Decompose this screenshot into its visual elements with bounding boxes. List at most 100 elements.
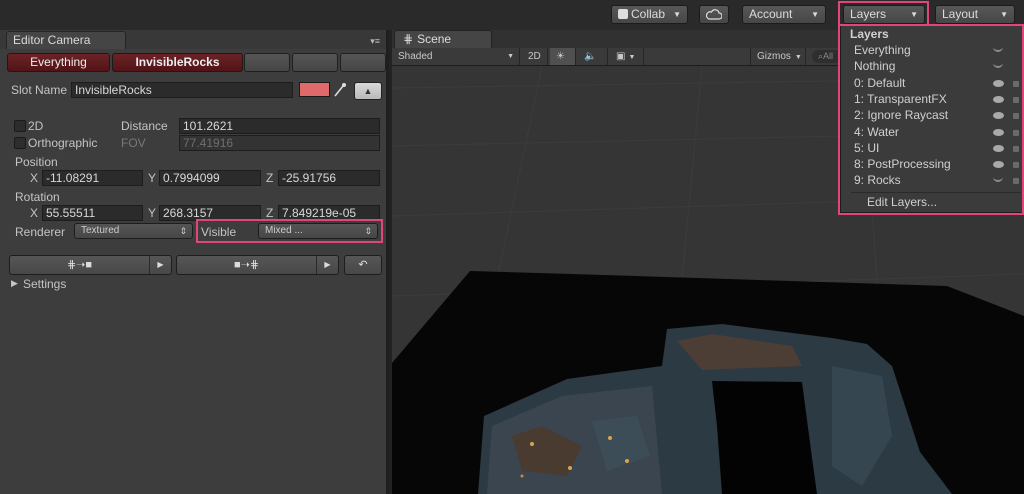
slot-button-5[interactable] bbox=[340, 53, 386, 72]
rotation-x-label: X bbox=[30, 206, 39, 220]
menu-divider bbox=[851, 192, 1021, 193]
fov-label: FOV bbox=[121, 136, 146, 150]
eye-icon[interactable] bbox=[993, 128, 1004, 136]
visible-dropdown[interactable]: Mixed ... ⇕ bbox=[258, 223, 378, 239]
eye-icon[interactable] bbox=[993, 79, 1004, 87]
account-label: Account bbox=[749, 7, 793, 21]
rotation-y-label: Y bbox=[148, 206, 157, 220]
chevron-down-icon: ▼ bbox=[910, 10, 918, 19]
lock-icon[interactable] bbox=[1013, 80, 1019, 87]
layout-label: Layout bbox=[942, 7, 979, 21]
panel-menu-icon[interactable]: ▾≡ bbox=[370, 36, 380, 47]
effects-dropdown[interactable]: ▣ ▼ bbox=[610, 48, 644, 65]
eye-closed-icon[interactable] bbox=[993, 177, 1003, 183]
collab-button[interactable]: Collab ▼ bbox=[611, 5, 688, 24]
eye-icon[interactable] bbox=[993, 161, 1004, 169]
speaker-icon: 🔈 bbox=[584, 51, 597, 62]
eye-icon[interactable] bbox=[993, 112, 1004, 120]
twod-checkbox[interactable] bbox=[14, 120, 26, 132]
scene-search-input[interactable]: ⌕All bbox=[812, 50, 842, 63]
chevron-down-icon: ▼ bbox=[507, 53, 514, 60]
renderer-label: Renderer bbox=[15, 225, 66, 239]
chevron-down-icon: ▼ bbox=[673, 10, 681, 19]
layer-menu-item[interactable]: 2: Ignore Raycast bbox=[854, 107, 984, 123]
eye-closed-icon[interactable] bbox=[993, 47, 1003, 52]
cloud-icon bbox=[705, 9, 723, 20]
gizmos-dropdown[interactable]: Gizmos ▼ bbox=[750, 48, 806, 65]
collab-label: Collab bbox=[631, 7, 666, 21]
tab-editor-camera[interactable]: Editor Camera bbox=[6, 31, 126, 49]
inspector-body: Everything InvisibleRocks Slot Name Invi… bbox=[0, 49, 386, 494]
slot-name-input[interactable]: InvisibleRocks bbox=[71, 82, 293, 98]
layer-menu-item[interactable]: 5: UI bbox=[854, 140, 984, 156]
rotation-z-input[interactable]: 7.849219e-05 bbox=[278, 205, 380, 221]
camera-to-grid-icon: ■➝⋕ bbox=[233, 259, 260, 271]
triangle-up-icon: ▲ bbox=[363, 86, 373, 96]
orthographic-label: Orthographic bbox=[28, 136, 98, 150]
undo-icon: ↶ bbox=[358, 259, 368, 271]
layer-menu-item[interactable]: 8: PostProcessing bbox=[854, 156, 984, 172]
camera-to-grid-button[interactable]: ■➝⋕ ▶ bbox=[176, 255, 339, 275]
lock-icon[interactable] bbox=[1013, 162, 1019, 169]
eye-icon[interactable] bbox=[993, 95, 1004, 103]
grid-to-camera-button[interactable]: ⋕➝■ ▶ bbox=[9, 255, 172, 275]
rotation-x-input[interactable]: 55.55511 bbox=[42, 205, 143, 221]
rotation-y-input[interactable]: 268.3157 bbox=[159, 205, 261, 221]
shading-mode-dropdown[interactable]: Shaded ▼ bbox=[392, 48, 520, 65]
settings-foldout-label[interactable]: Settings bbox=[23, 277, 66, 291]
twod-toggle[interactable]: 2D bbox=[522, 48, 548, 65]
check-icon bbox=[618, 9, 628, 19]
slot-button-3[interactable] bbox=[244, 53, 290, 72]
position-x-input[interactable]: -11.08291 bbox=[42, 170, 143, 186]
lock-icon[interactable] bbox=[1013, 96, 1019, 103]
layout-button[interactable]: Layout ▼ bbox=[935, 5, 1015, 24]
sun-icon: ☀ bbox=[556, 51, 565, 62]
layer-menu-item[interactable]: 9: Rocks bbox=[854, 172, 984, 188]
lock-icon[interactable] bbox=[1013, 113, 1019, 120]
lock-icon[interactable] bbox=[1013, 178, 1019, 185]
eye-icon[interactable] bbox=[993, 144, 1004, 152]
gizmos-label: Gizmos bbox=[757, 51, 791, 62]
lighting-toggle[interactable]: ☀ bbox=[550, 48, 576, 65]
layer-menu-item[interactable]: Everything bbox=[854, 42, 984, 58]
renderer-value: Textured bbox=[81, 225, 120, 236]
position-y-input[interactable]: 0.7994099 bbox=[159, 170, 261, 186]
lock-icon[interactable] bbox=[1013, 145, 1019, 152]
layer-menu-item[interactable]: 4: Water bbox=[854, 124, 984, 140]
slot-color-swatch[interactable] bbox=[299, 82, 330, 97]
grid-to-camera-icon: ⋕➝■ bbox=[66, 259, 93, 271]
eye-closed-icon[interactable] bbox=[993, 63, 1003, 69]
audio-toggle[interactable]: 🔈 bbox=[578, 48, 608, 65]
cloud-button[interactable] bbox=[699, 5, 729, 24]
position-z-input[interactable]: -25.91756 bbox=[278, 170, 380, 186]
undo-button[interactable]: ↶ bbox=[344, 255, 382, 275]
position-x-label: X bbox=[30, 171, 39, 185]
account-button[interactable]: Account ▼ bbox=[742, 5, 826, 24]
layers-button[interactable]: Layers ▼ bbox=[843, 5, 925, 24]
distance-input[interactable]: 101.2621 bbox=[179, 118, 380, 134]
invisible-rocks-button[interactable]: InvisibleRocks bbox=[112, 53, 243, 72]
lock-icon[interactable] bbox=[1013, 129, 1019, 136]
chevron-down-icon: ▼ bbox=[1000, 10, 1008, 19]
visible-value: Mixed ... bbox=[265, 225, 303, 236]
layer-menu-item[interactable]: 1: TransparentFX bbox=[854, 91, 984, 107]
slot-button-4[interactable] bbox=[292, 53, 338, 72]
position-z-label: Z bbox=[266, 171, 274, 185]
orthographic-checkbox[interactable] bbox=[14, 137, 26, 149]
play-arrow-icon: ▶ bbox=[149, 256, 171, 274]
everything-button[interactable]: Everything bbox=[7, 53, 110, 72]
tab-scene[interactable]: ⋕ Scene bbox=[394, 30, 492, 49]
layer-menu-item[interactable]: 0: Default bbox=[854, 75, 984, 91]
renderer-dropdown[interactable]: Textured ⇕ bbox=[74, 223, 193, 239]
layer-menu-item[interactable]: Nothing bbox=[854, 58, 984, 74]
updown-icon: ⇕ bbox=[179, 226, 187, 236]
edit-layers-item[interactable]: Edit Layers... bbox=[867, 194, 937, 210]
settings-foldout-arrow-icon[interactable]: ▶ bbox=[11, 278, 18, 289]
collapse-up-button[interactable]: ▲ bbox=[354, 82, 382, 100]
eyedropper-icon[interactable] bbox=[333, 82, 347, 98]
twod-label: 2D bbox=[28, 119, 44, 133]
rotation-z-label: Z bbox=[266, 206, 274, 220]
scene-tab-label: Scene bbox=[417, 32, 452, 46]
chevron-down-icon: ▼ bbox=[628, 54, 636, 61]
shading-mode-value: Shaded bbox=[398, 51, 433, 62]
